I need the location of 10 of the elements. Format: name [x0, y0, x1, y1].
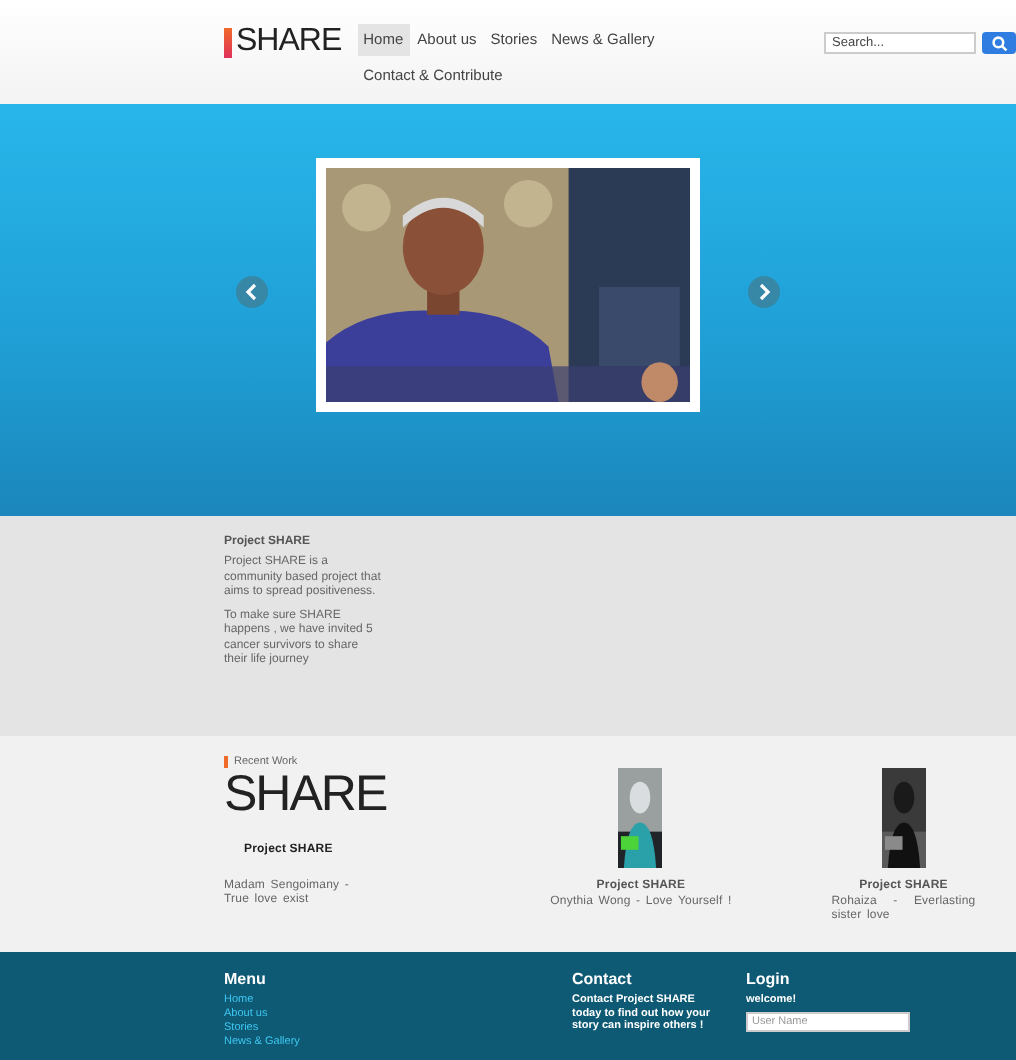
footer-heading: Menu — [224, 970, 268, 988]
site-logo[interactable]: SHARE — [236, 24, 342, 60]
search-button[interactable] — [982, 32, 1016, 54]
next-slide-icon[interactable] — [748, 276, 780, 308]
footer-heading: Contact — [572, 970, 634, 988]
previous-slide-icon[interactable] — [236, 276, 268, 308]
search-icon — [991, 35, 1007, 51]
share-logo[interactable]: SHARE — [224, 768, 387, 820]
footer-heading: Login — [746, 970, 792, 988]
logo-bar-icon — [224, 27, 232, 57]
